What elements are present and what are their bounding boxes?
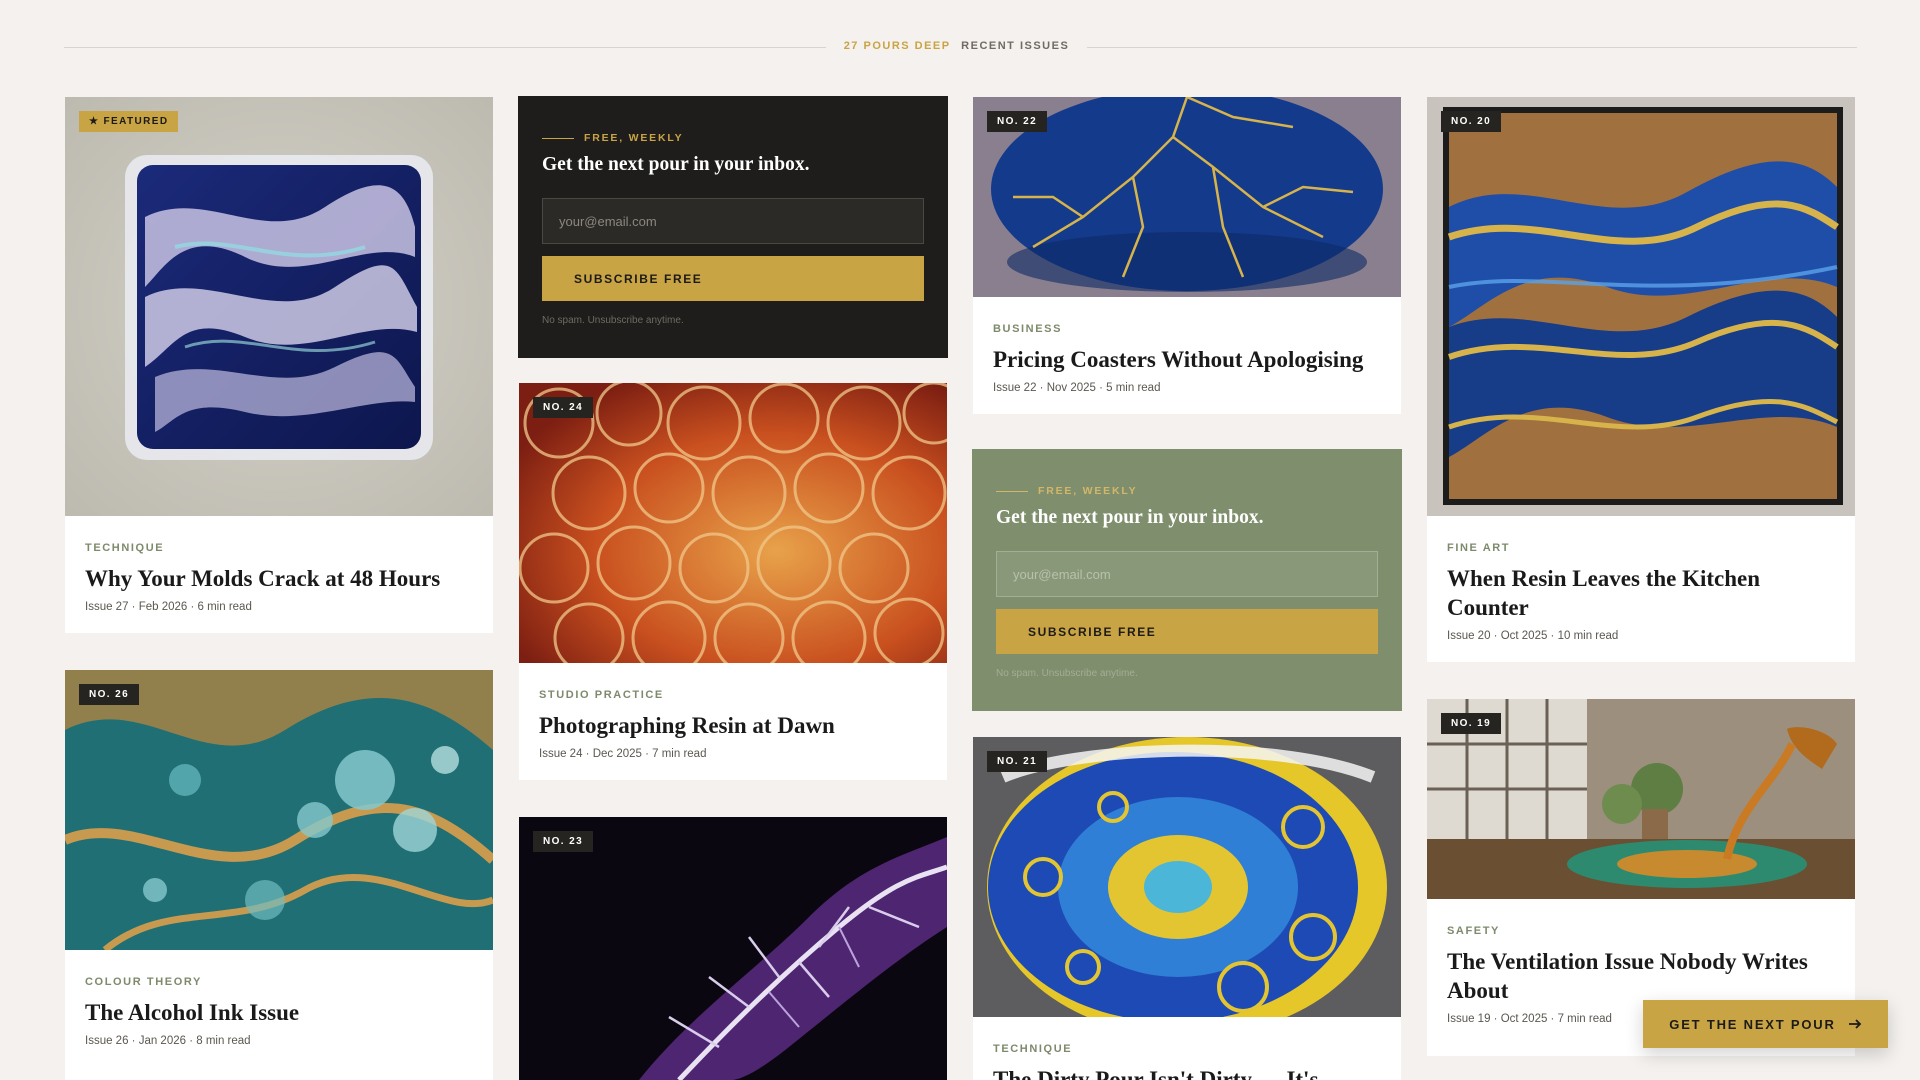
get-next-pour-button[interactable]: GET THE NEXT POUR bbox=[1643, 1000, 1888, 1048]
card-title[interactable]: Pricing Coasters Without Apologising bbox=[993, 345, 1381, 374]
card-meta: Issue 24 · Dec 2025 · 7 min read bbox=[539, 748, 707, 760]
card-title[interactable]: Photographing Resin at Dawn bbox=[539, 711, 927, 740]
issue-badge: NO. 19 bbox=[1441, 713, 1502, 734]
card-meta: Issue 27 · Feb 2026 · 6 min read bbox=[85, 601, 252, 613]
header-divider-left bbox=[64, 47, 826, 48]
card-image-dirty-pour: NO. 21 bbox=[973, 737, 1401, 1017]
featured-badge: ★ FEATURED bbox=[79, 111, 179, 132]
issue-badge: NO. 23 bbox=[533, 831, 594, 852]
section-header: 27 POURS DEEP RECENT ISSUES bbox=[826, 40, 1087, 52]
signup-heading: Get the next pour in your inbox. bbox=[996, 507, 1264, 528]
issue-card-22[interactable]: NO. 22 BUSINESS Pricing Coasters Without… bbox=[973, 97, 1401, 414]
card-meta: Issue 20 · Oct 2025 · 10 min read bbox=[1447, 630, 1619, 642]
issue-card-26[interactable]: NO. 26 COLOUR THEORY The Alcohol Ink Iss… bbox=[65, 670, 493, 1080]
card-title[interactable]: Why Your Molds Crack at 48 Hours bbox=[85, 564, 473, 593]
issue-card-20[interactable]: NO. 20 FINE ART When Resin Leaves the Ki… bbox=[1427, 97, 1855, 662]
header-title: RECENT ISSUES bbox=[961, 40, 1070, 52]
subscribe-button[interactable]: SUBSCRIBE FREE bbox=[996, 609, 1378, 654]
issue-card-21[interactable]: NO. 21 TECHNIQUE The Dirty Pour Isn't Di… bbox=[973, 737, 1401, 1080]
card-image-lightning: NO. 23 bbox=[519, 817, 947, 1080]
card-image-cells: NO. 24 bbox=[519, 383, 947, 663]
issue-badge: NO. 20 bbox=[1441, 111, 1502, 132]
issue-badge: NO. 24 bbox=[533, 397, 594, 418]
card-category: COLOUR THEORY bbox=[85, 976, 202, 988]
signup-note: No spam. Unsubscribe anytime. bbox=[542, 315, 684, 326]
card-title[interactable]: When Resin Leaves the Kitchen Counter bbox=[1447, 564, 1835, 622]
signup-eyebrow: FREE, WEEKLY bbox=[542, 132, 924, 144]
card-category: STUDIO PRACTICE bbox=[539, 689, 664, 701]
cta-label: GET THE NEXT POUR bbox=[1669, 1016, 1836, 1032]
newsletter-signup-sage: FREE, WEEKLY Get the next pour in your i… bbox=[972, 449, 1402, 711]
email-input[interactable] bbox=[996, 551, 1378, 597]
email-input[interactable] bbox=[542, 198, 924, 244]
newsletter-signup-dark: FREE, WEEKLY Get the next pour in your i… bbox=[518, 96, 948, 358]
signup-note: No spam. Unsubscribe anytime. bbox=[996, 668, 1138, 679]
signup-heading: Get the next pour in your inbox. bbox=[542, 154, 810, 175]
card-image-framed-resin: NO. 20 bbox=[1427, 97, 1855, 516]
issue-card-24[interactable]: NO. 24 STUDIO PRACTICE Photographing Res… bbox=[519, 383, 947, 780]
signup-eyebrow: FREE, WEEKLY bbox=[996, 485, 1378, 497]
issue-card-featured[interactable]: ★ FEATURED TECHNIQUE Why Your Molds Crac… bbox=[65, 97, 493, 633]
card-category: BUSINESS bbox=[993, 323, 1063, 335]
card-image-coaster: NO. 22 bbox=[973, 97, 1401, 297]
header-kicker: 27 POURS DEEP bbox=[843, 40, 951, 52]
card-title[interactable]: The Dirty Pour Isn't Dirty — It's bbox=[993, 1065, 1381, 1080]
issue-badge: NO. 22 bbox=[987, 111, 1048, 132]
card-category: TECHNIQUE bbox=[993, 1043, 1073, 1055]
issue-badge: NO. 21 bbox=[987, 751, 1048, 772]
card-meta: Issue 26 · Jan 2026 · 8 min read bbox=[85, 1035, 251, 1047]
card-image-studio-pour: NO. 19 bbox=[1427, 699, 1855, 899]
card-meta: Issue 22 · Nov 2025 · 5 min read bbox=[993, 382, 1161, 394]
card-category: FINE ART bbox=[1447, 542, 1511, 554]
card-title[interactable]: The Ventilation Issue Nobody Writes Abou… bbox=[1447, 947, 1835, 1005]
header-divider-right bbox=[1087, 47, 1857, 48]
card-category: SAFETY bbox=[1447, 925, 1500, 937]
issue-badge: NO. 26 bbox=[79, 684, 140, 705]
card-image-resin-tray: ★ FEATURED bbox=[65, 97, 493, 516]
subscribe-button[interactable]: SUBSCRIBE FREE bbox=[542, 256, 924, 301]
card-title[interactable]: The Alcohol Ink Issue bbox=[85, 998, 473, 1027]
arrow-right-icon bbox=[1848, 1017, 1862, 1031]
card-image-alcohol-ink: NO. 26 bbox=[65, 670, 493, 950]
card-category: TECHNIQUE bbox=[85, 542, 165, 554]
issue-card-23[interactable]: NO. 23 bbox=[519, 817, 947, 1080]
